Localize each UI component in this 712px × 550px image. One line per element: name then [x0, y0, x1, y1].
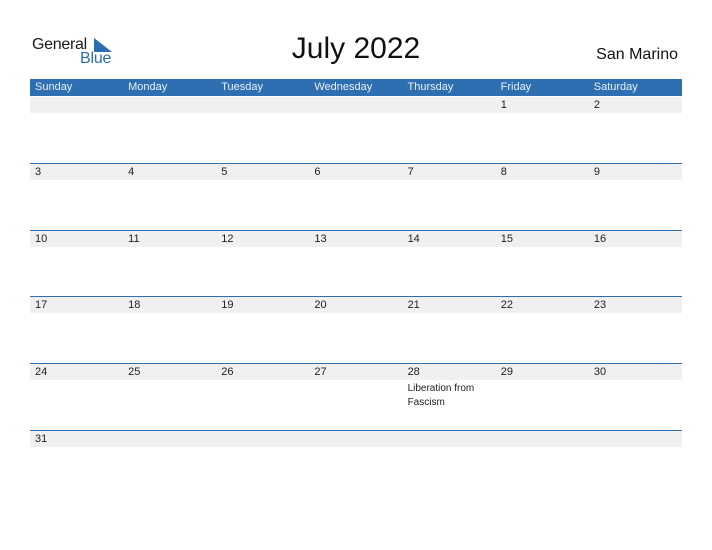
day-cell: 27 [309, 364, 402, 431]
day-cell: 7 [403, 164, 496, 231]
day-cell: 8 [496, 164, 589, 231]
day-number: 20 [314, 299, 327, 311]
weekday-monday: Monday [128, 81, 168, 93]
day-cell [496, 431, 589, 498]
day-cell: 30 [589, 364, 682, 431]
weekday-wednesday: Wednesday [314, 81, 373, 93]
day-cell: 3 [30, 164, 123, 231]
day-cell: 18 [123, 297, 216, 364]
week-row: 3 4 5 6 7 8 9 [30, 163, 682, 231]
week-row: 31 [30, 430, 682, 498]
day-cell [216, 431, 309, 498]
day-cell: 22 [496, 297, 589, 364]
day-cell: 6 [309, 164, 402, 231]
day-cell: 5 [216, 164, 309, 231]
day-cell: 13 [309, 231, 402, 298]
day-cell: 14 [403, 231, 496, 298]
day-number: 28 [407, 366, 420, 378]
day-cell: 20 [309, 297, 402, 364]
day-cell [309, 431, 402, 498]
day-cell: 2 [589, 97, 682, 164]
day-cell: 28 Liberation from Fascism [403, 364, 496, 431]
day-cell [403, 97, 496, 164]
day-number: 16 [593, 233, 607, 245]
day-cell: 9 [589, 164, 682, 231]
day-number: 2 [593, 99, 600, 111]
day-cell: 25 [123, 364, 216, 431]
weekday-thursday: Thursday [407, 81, 454, 93]
week-row: 12 [30, 97, 682, 164]
day-number: 31 [35, 433, 48, 445]
day-cell [216, 97, 309, 164]
day-number: 13 [314, 233, 327, 245]
day-number: 18 [128, 299, 141, 311]
day-cell: 26 [216, 364, 309, 431]
day-number: 6 [314, 166, 321, 178]
day-number: 14 [407, 233, 420, 245]
day-cell [123, 97, 216, 164]
day-number: 10 [35, 233, 48, 245]
day-cell: 29 [496, 364, 589, 431]
day-number: 3 [35, 166, 42, 178]
weekday-saturday: Saturday [593, 81, 638, 93]
day-number: 29 [500, 366, 513, 378]
day-cell: 4 [123, 164, 216, 231]
week-row: 24 25 26 27 28 Liberation from Fascism 29 30 [30, 363, 682, 431]
day-cell: 11 [123, 231, 216, 298]
day-number: 12 [221, 233, 234, 245]
day-cell: 10 [30, 231, 123, 298]
day-cell [403, 431, 496, 498]
day-number: 26 [221, 366, 234, 378]
day-cell: 17 [30, 297, 123, 364]
day-number: 19 [221, 299, 234, 311]
day-number: 24 [35, 366, 48, 378]
day-number: 21 [407, 299, 420, 311]
day-number: 11 [128, 233, 140, 245]
day-number: 25 [128, 366, 141, 378]
day-cell: 16 [589, 231, 682, 298]
day-number: 23 [593, 299, 607, 311]
day-cell [30, 97, 123, 164]
day-cell: 24 [30, 364, 123, 431]
day-cell: 21 [403, 297, 496, 364]
day-number: 17 [35, 299, 48, 311]
day-number: 4 [128, 166, 135, 178]
day-number: 7 [407, 166, 414, 178]
day-cell [123, 431, 216, 498]
day-cell [589, 431, 682, 498]
day-cell: 12 [216, 231, 309, 298]
day-cell: 19 [216, 297, 309, 364]
day-number: 1 [500, 99, 507, 111]
day-cell: 23 [589, 297, 682, 364]
day-number: 27 [314, 366, 327, 378]
weekday-sunday: Sunday [35, 81, 73, 93]
day-number: 30 [593, 366, 607, 378]
day-number: 5 [221, 166, 228, 178]
weekday-tuesday: Tuesday [221, 81, 264, 93]
holiday-event: Liberation from Fascism [407, 383, 475, 408]
day-number: 8 [500, 166, 507, 178]
weekday-header: Sunday Monday Tuesday Wednesday Thursday… [30, 79, 682, 96]
day-number: 22 [500, 299, 513, 311]
day-cell: 1 [496, 97, 589, 164]
day-number: 9 [593, 166, 600, 178]
day-cell: 15 [496, 231, 589, 298]
day-cell: 31 [30, 431, 123, 498]
week-row: 10 11 12 13 14 15 16 [30, 230, 682, 298]
day-number: 15 [500, 233, 513, 245]
weekday-friday: Friday [500, 81, 532, 93]
country-label: San Marino [596, 46, 678, 63]
day-cell [309, 97, 402, 164]
week-row: 17 18 19 20 21 22 23 [30, 296, 682, 364]
